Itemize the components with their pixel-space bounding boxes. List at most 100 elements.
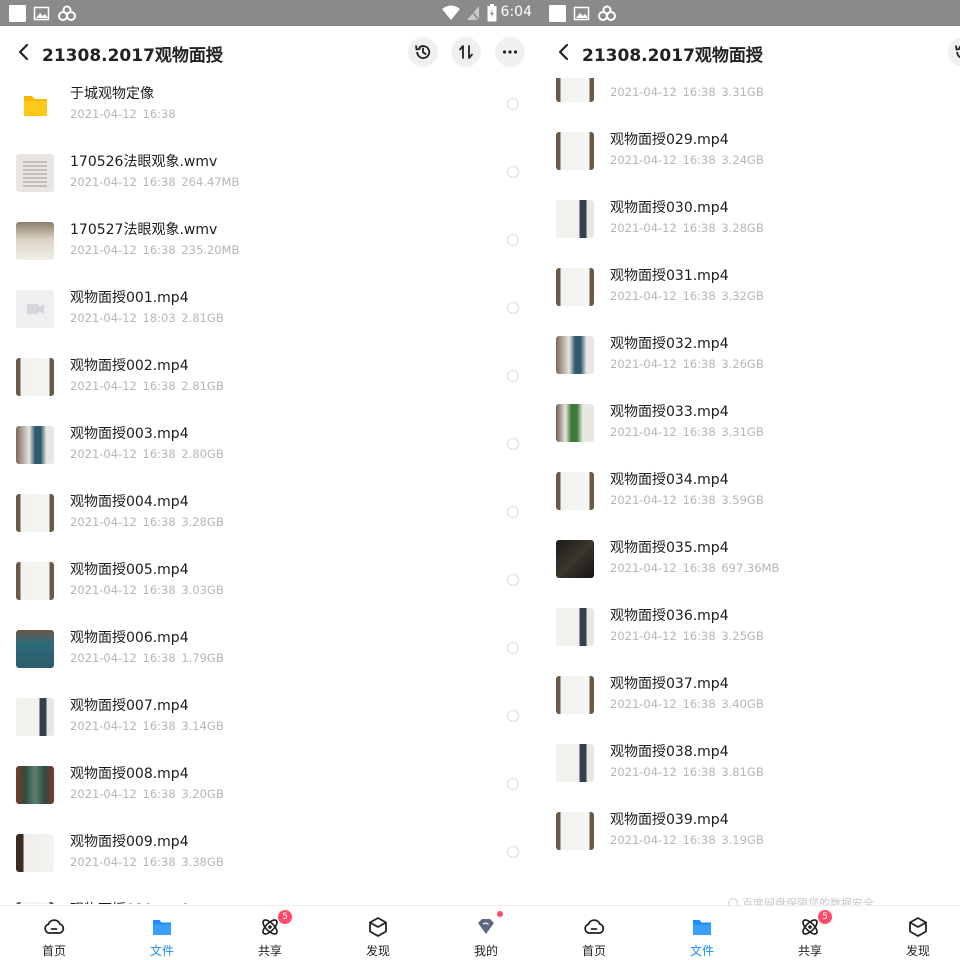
file-row[interactable]: 观物面授037.mp4 2021-04-12 16:38 3.40GB — [540, 676, 960, 744]
file-meta: 2021-04-12 16:38 2.80GB — [70, 447, 224, 461]
file-row[interactable]: 观物面授002.mp4 2021-04-12 16:38 2.81GB — [0, 358, 540, 426]
file-row[interactable]: 观物面授033.mp4 2021-04-12 16:38 3.31GB — [540, 404, 960, 472]
video-thumbnail — [556, 472, 594, 510]
file-row[interactable]: 观物面授031.mp4 2021-04-12 16:38 3.32GB — [540, 268, 960, 336]
file-size: 2.81GB — [181, 379, 224, 393]
select-radio[interactable] — [507, 370, 519, 382]
video-thumbnail — [556, 336, 594, 374]
select-radio[interactable] — [507, 710, 519, 722]
more-icon — [502, 50, 518, 54]
file-meta: 2021-04-12 16:38 3.40GB — [610, 697, 764, 711]
select-radio[interactable] — [507, 642, 519, 654]
nav-files-label: 文件 — [149, 944, 174, 958]
nav-mine[interactable]: 我的 — [446, 906, 526, 960]
file-date: 2021-04-12 — [610, 697, 677, 711]
file-date: 2021-04-12 — [610, 153, 677, 167]
file-row[interactable]: 观物面授036.mp4 2021-04-12 16:38 3.25GB — [540, 608, 960, 676]
file-row[interactable]: 观物面授007.mp4 2021-04-12 16:38 3.14GB — [0, 698, 540, 766]
select-radio[interactable] — [507, 438, 519, 450]
video-thumbnail — [556, 404, 594, 442]
file-row[interactable]: 观物面授032.mp4 2021-04-12 16:38 3.26GB — [540, 336, 960, 404]
select-radio[interactable] — [507, 98, 519, 110]
nav-files[interactable]: 文件 — [122, 906, 202, 960]
sort-button[interactable] — [451, 37, 481, 67]
nav-share[interactable]: 5 共享 — [230, 906, 310, 960]
file-time: 16:38 — [142, 175, 176, 189]
notification-icon — [9, 5, 26, 22]
file-name: 观物面授003.mp4 — [70, 426, 189, 442]
nav-home-label: 首页 — [41, 944, 66, 958]
file-row[interactable]: 观物面授008.mp4 2021-04-12 16:38 3.20GB — [0, 766, 540, 834]
nav-files[interactable]: 文件 — [662, 906, 742, 960]
file-name: 观物面授034.mp4 — [610, 472, 729, 488]
file-time: 16:38 — [682, 357, 716, 371]
nav-share[interactable]: 5 共享 — [770, 906, 850, 960]
bottom-nav: 首页 文件 5 共享 发现 我的 — [0, 905, 540, 960]
file-name: 观物面授007.mp4 — [70, 698, 189, 714]
file-time: 16:38 — [682, 289, 716, 303]
file-list-right: 2021-04-12 16:38 3.31GB 观物面授029.mp4 2021-0… — [540, 78, 960, 904]
file-meta: 2021-04-12 16:38 3.38GB — [70, 855, 224, 869]
file-meta: 2021-04-12 16:38 3.28GB — [610, 221, 764, 235]
file-row[interactable]: 观物面授003.mp4 2021-04-12 16:38 2.80GB — [0, 426, 540, 494]
file-time: 16:38 — [682, 765, 716, 779]
nav-discover[interactable]: 发现 — [878, 906, 958, 960]
file-size: 3.26GB — [721, 357, 764, 371]
file-row[interactable]: 观物面授009.mp4 2021-04-12 16:38 3.38GB — [0, 834, 540, 902]
more-button[interactable] — [495, 37, 525, 67]
folder-icon — [24, 96, 47, 116]
file-meta: 2021-04-12 16:38 264.47MB — [70, 175, 239, 189]
file-row[interactable]: 观物面授005.mp4 2021-04-12 16:38 3.03GB — [0, 562, 540, 630]
nav-home[interactable]: 首页 — [14, 906, 94, 960]
nav-discover[interactable]: 发现 — [338, 906, 418, 960]
file-date: 2021-04-12 — [610, 289, 677, 303]
folder-row[interactable]: 于城观物定像 2021-04-12 16:38 — [0, 86, 540, 154]
battery-icon — [487, 4, 497, 22]
file-name: 于城观物定像 — [70, 86, 154, 102]
file-meta: 2021-04-12 16:38 3.81GB — [610, 765, 764, 779]
select-radio[interactable] — [507, 778, 519, 790]
select-radio[interactable] — [507, 234, 519, 246]
file-date: 2021-04-12 — [610, 221, 677, 235]
file-name: 观物面授037.mp4 — [610, 676, 729, 692]
history-button[interactable] — [408, 37, 438, 67]
file-row[interactable]: 170527法眼观象.wmv 2021-04-12 16:38 235.20MB — [0, 222, 540, 290]
file-row[interactable]: 观物面授038.mp4 2021-04-12 16:38 3.81GB — [540, 744, 960, 812]
select-radio[interactable] — [507, 574, 519, 586]
file-time: 16:38 — [682, 153, 716, 167]
file-size: 697.36MB — [721, 561, 780, 575]
file-meta: 2021-04-12 16:38 3.19GB — [610, 833, 764, 847]
file-size: 3.59GB — [721, 493, 764, 507]
file-row[interactable]: 观物面授006.mp4 2021-04-12 16:38 1.79GB — [0, 630, 540, 698]
file-row[interactable]: 观物面授001.mp4 2021-04-12 18:03 2.81GB — [0, 290, 540, 358]
video-thumbnail — [556, 676, 594, 714]
file-row[interactable]: 观物面授034.mp4 2021-04-12 16:38 3.59GB — [540, 472, 960, 540]
select-radio[interactable] — [507, 506, 519, 518]
file-date: 2021-04-12 — [70, 107, 137, 121]
file-row[interactable]: 观物面授010.mp4 — [0, 902, 540, 904]
file-time: 16:38 — [142, 243, 176, 257]
status-bar-right — [540, 0, 960, 26]
file-row[interactable]: 170526法眼观象.wmv 2021-04-12 16:38 264.47MB — [0, 154, 540, 222]
select-radio[interactable] — [507, 302, 519, 314]
file-date: 2021-04-12 — [70, 719, 137, 733]
back-button[interactable] — [12, 38, 36, 66]
file-row[interactable]: 观物面授004.mp4 2021-04-12 16:38 3.28GB — [0, 494, 540, 562]
file-row[interactable]: 观物面授039.mp4 2021-04-12 16:38 3.19GB — [540, 812, 960, 880]
file-row[interactable]: 观物面授029.mp4 2021-04-12 16:38 3.24GB — [540, 132, 960, 200]
file-row[interactable]: 2021-04-12 16:38 3.31GB — [540, 78, 960, 132]
back-button[interactable] — [552, 38, 576, 66]
file-time: 16:38 — [142, 379, 176, 393]
history-button[interactable] — [948, 37, 960, 67]
select-radio[interactable] — [507, 166, 519, 178]
nav-home[interactable]: 首页 — [554, 906, 634, 960]
file-list: 于城观物定像 2021-04-12 16:38 170526法眼观象.wmv 202… — [0, 78, 540, 904]
select-radio[interactable] — [507, 846, 519, 858]
video-thumbnail — [556, 200, 594, 238]
document-thumbnail — [16, 154, 54, 192]
file-meta: 2021-04-12 16:38 3.31GB — [610, 425, 764, 439]
file-row[interactable]: 观物面授035.mp4 2021-04-12 16:38 697.36MB — [540, 540, 960, 608]
file-row[interactable]: 观物面授030.mp4 2021-04-12 16:38 3.28GB — [540, 200, 960, 268]
cloud-icon — [584, 919, 605, 934]
file-time: 16:38 — [682, 221, 716, 235]
